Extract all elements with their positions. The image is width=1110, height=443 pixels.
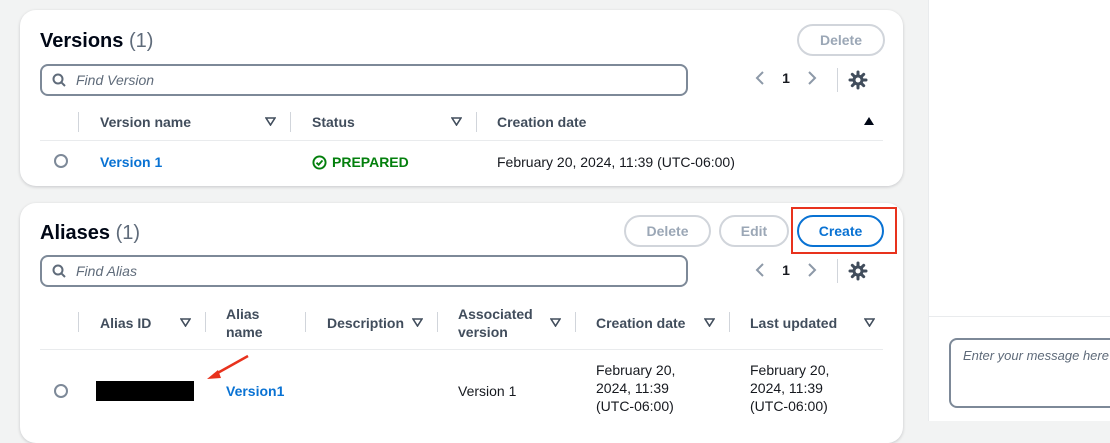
column-header-version-name[interactable]: Version name (100, 113, 191, 131)
status-text: PREPARED (332, 154, 409, 170)
header-divider (40, 349, 883, 350)
column-header-creation-date[interactable]: Creation date (497, 113, 586, 131)
sort-caret-down-icon[interactable] (550, 318, 561, 327)
column-divider (305, 312, 306, 332)
sort-caret-down-icon[interactable] (180, 318, 191, 327)
column-divider (476, 112, 477, 132)
column-header-alias-name[interactable]: Alias name (226, 305, 286, 341)
divider (837, 259, 838, 283)
column-divider (205, 312, 206, 332)
row-select-radio[interactable] (54, 384, 68, 398)
column-header-status[interactable]: Status (312, 113, 355, 131)
sort-caret-down-icon[interactable] (451, 117, 462, 126)
aliases-count: (1) (115, 222, 141, 244)
versions-panel: Versions (1) Delete 1 Version name Statu… (20, 10, 903, 186)
settings-gear-icon[interactable] (848, 70, 868, 90)
column-header-alias-id[interactable]: Alias ID (100, 314, 151, 332)
row-select-radio[interactable] (54, 154, 68, 168)
chat-side-panel: Enter your message here (928, 0, 1110, 421)
panel-divider (929, 316, 1110, 317)
check-circle-icon (312, 154, 327, 170)
header-divider (40, 140, 883, 141)
next-page-icon[interactable] (802, 262, 822, 278)
versions-delete-button[interactable]: Delete (797, 24, 885, 56)
versions-search[interactable] (40, 64, 688, 96)
aliases-search[interactable] (40, 255, 688, 287)
aliases-title: Aliases (1) (40, 222, 140, 245)
aliases-edit-button[interactable]: Edit (719, 215, 789, 247)
current-page-number[interactable]: 1 (776, 262, 796, 278)
sort-caret-down-icon[interactable] (265, 117, 276, 126)
column-divider (78, 312, 79, 332)
highlight-box (791, 207, 897, 254)
versions-count: (1) (128, 30, 154, 52)
sort-caret-down-icon[interactable] (412, 318, 423, 327)
search-icon (52, 264, 66, 278)
column-divider (290, 112, 291, 132)
column-divider (437, 312, 438, 332)
next-page-icon[interactable] (802, 70, 822, 86)
column-divider (78, 112, 79, 132)
column-header-creation-date[interactable]: Creation date (596, 314, 685, 332)
aliases-search-input[interactable] (74, 262, 638, 280)
current-page-number[interactable]: 1 (776, 70, 796, 86)
creation-date-cell: February 20, 2024, 11:39 (UTC-06:00) (497, 154, 735, 170)
chat-message-input[interactable]: Enter your message here (949, 338, 1110, 408)
column-header-description[interactable]: Description (327, 314, 404, 332)
sort-caret-down-icon[interactable] (864, 318, 875, 327)
alias-last-updated-cell: February 20, 2024, 11:39 (UTC-06:00) (750, 362, 830, 414)
column-divider (575, 312, 576, 332)
version-name-link[interactable]: Version 1 (100, 153, 162, 171)
redacted-alias-id (96, 381, 194, 401)
divider (837, 68, 838, 92)
aliases-title-text: Aliases (40, 222, 111, 244)
associated-version-cell: Version 1 (458, 383, 517, 399)
previous-page-icon[interactable] (750, 262, 770, 278)
versions-title: Versions (1) (40, 30, 153, 53)
versions-pagination: 1 (750, 70, 822, 86)
aliases-delete-button[interactable]: Delete (624, 215, 711, 247)
red-arrow-annotation-icon (207, 354, 249, 379)
column-header-last-updated[interactable]: Last updated (750, 314, 837, 332)
status-badge: PREPARED (312, 153, 409, 171)
aliases-pagination: 1 (750, 262, 822, 278)
sort-caret-up-icon[interactable] (863, 116, 875, 126)
alias-name-link[interactable]: Version1 (226, 382, 284, 400)
settings-gear-icon[interactable] (848, 261, 868, 281)
versions-search-input[interactable] (74, 71, 638, 89)
search-icon (52, 73, 66, 87)
aliases-panel: Aliases (1) Delete Edit Create 1 Alias I… (20, 203, 903, 443)
sort-caret-down-icon[interactable] (704, 318, 715, 327)
alias-creation-date-cell: February 20, 2024, 11:39 (UTC-06:00) (596, 362, 676, 414)
versions-title-text: Versions (40, 30, 124, 52)
column-header-associated-version[interactable]: Associated version (458, 305, 538, 341)
column-divider (729, 312, 730, 332)
previous-page-icon[interactable] (750, 70, 770, 86)
